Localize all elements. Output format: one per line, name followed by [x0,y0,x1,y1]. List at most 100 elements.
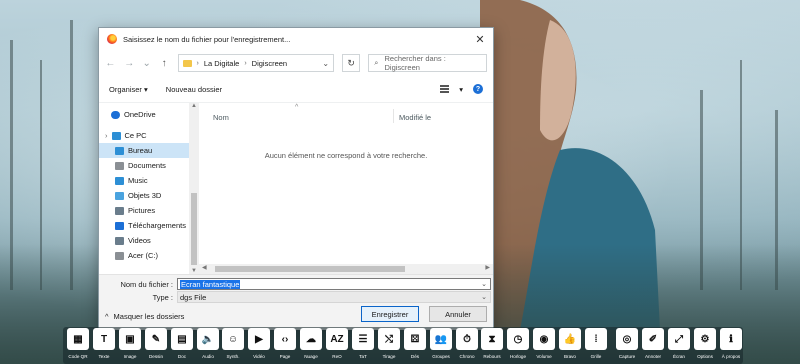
sidebar-item-label: Music [128,176,148,185]
tool-horloge-button[interactable]: ◷ [507,328,529,350]
desktop-icon [115,146,124,155]
folder-icon [182,59,192,67]
texte-icon: T [100,333,108,345]
scrollbar-thumb[interactable] [215,266,405,272]
dessin-icon: ✎ [151,333,161,345]
cancel-button[interactable]: Annuler [429,306,487,322]
tool-doc-button[interactable]: ▤ [171,328,193,350]
chrono-icon: ⏱ [463,333,471,345]
tool-rebours-button[interactable]: ⧗ [481,328,503,350]
tool-video-button[interactable]: ▶ [248,328,270,350]
tool-reo-button[interactable]: AZ [326,328,348,350]
forward-arrow-icon[interactable]: → [124,55,135,71]
tool-a-propos-button[interactable]: ℹ [720,328,742,350]
sidebar-item-acer-c-[interactable]: Acer (C:) [99,248,199,263]
close-button[interactable]: ✕ [467,28,493,50]
vertical-scrollbar[interactable]: ▲ ▼ [189,103,199,274]
tool-annoter-button[interactable]: ✐ [642,328,664,350]
tool-texte-button[interactable]: T [93,328,115,350]
cube-icon [115,191,124,200]
tool-groupes-button[interactable]: 👥 [430,328,452,350]
address-bar[interactable]: › La Digitale › Digiscreen ⌄ [177,54,335,72]
filename-label: Nom du fichier : [120,279,173,289]
file-type-select[interactable]: dgs File ⌄ [177,291,491,303]
breadcrumb-item[interactable]: La Digitale [204,59,239,68]
dialog-title: Saisissez le nom du fichier pour l'enreg… [123,34,291,44]
sidebar-item-label: Ce PC [124,131,147,140]
view-options-icon[interactable] [440,85,450,93]
tool-ecran-button[interactable]: ⤢ [668,328,690,350]
bravo-icon: 👍 [563,333,577,345]
search-input[interactable]: ⌕ Rechercher dans : Digiscreen [368,54,487,72]
tool-dessin-button[interactable]: ✎ [145,328,167,350]
tool-image-button[interactable]: ▣ [119,328,141,350]
sidebar-item-ce-pc[interactable]: › Ce PC [99,128,199,143]
type-row: Type : dgs File ⌄ [99,291,491,303]
chevron-right-icon[interactable]: › [105,131,108,140]
tool-code-qr-button[interactable]: ▦ [67,328,89,350]
sidebar-item-objets-3d[interactable]: Objets 3D [99,188,199,203]
up-arrow-icon[interactable]: ↑ [159,55,170,71]
help-icon[interactable]: ? [473,84,483,94]
tool-options-button[interactable]: ⚙ [694,328,716,350]
tool-volume-button[interactable]: ◉ [533,328,555,350]
column-divider[interactable] [393,109,394,123]
recent-locations-icon[interactable]: ⌄ [143,55,151,71]
tool-des-button[interactable]: ⚄ [404,328,426,350]
tool-chrono-button[interactable]: ⏱ [456,328,478,350]
scroll-up-icon[interactable]: ▲ [189,103,199,109]
sidebar-item-onedrive[interactable]: OneDrive [99,107,199,122]
tool-tirage-button[interactable]: ⤭ [378,328,400,350]
breadcrumb-item[interactable]: Digiscreen [252,59,287,68]
horizontal-scrollbar[interactable]: ◀ ▶ [199,264,493,274]
sidebar-item-label: Documents [128,161,166,170]
sidebar-item-label: Téléchargements [128,221,186,230]
audio-icon: 🔈 [201,333,215,345]
tool-capture-button[interactable]: ◎ [616,328,638,350]
file-fields: Nom du fichier : Ecran fantastique ⌄ Typ… [99,274,493,304]
tat-icon: ☰ [358,333,368,345]
sidebar-item-videos[interactable]: Videos [99,233,199,248]
tool-nuage-button[interactable]: ☁ [300,328,322,350]
sidebar-item-bureau[interactable]: Bureau [99,143,199,158]
file-list-pane: ^ Nom Modifié le Aucun élément ne corres… [199,103,493,274]
column-modified[interactable]: Modifié le [399,113,431,122]
scrollbar-thumb[interactable] [191,193,197,265]
document-icon [115,161,124,170]
sidebar-item-music[interactable]: Music [99,173,199,188]
save-file-dialog: Saisissez le nom du fichier pour l'enreg… [98,27,494,330]
tool-audio-button[interactable]: 🔈 [197,328,219,350]
chevron-down-icon[interactable]: ⌄ [322,59,329,68]
caret-down-icon[interactable]: ▾ [459,85,463,94]
tool-grille-button[interactable]: ⁞ [585,328,607,350]
save-button[interactable]: Enregistrer [361,306,419,322]
hide-folders-toggle[interactable]: ^ Masquer les dossiers [105,312,184,321]
column-name[interactable]: Nom [213,113,229,122]
ecran-icon: ⤢ [675,333,683,345]
scroll-right-icon[interactable]: ▶ [485,264,490,271]
refresh-button[interactable]: ↻ [342,54,361,72]
synth-icon: ☺ [227,333,239,345]
grille-icon: ⁞ [594,333,598,345]
tool-synth-button[interactable]: ☺ [222,328,244,350]
navigation-pane: OneDrive › Ce PC Bureau Documents Music Objets… [99,103,199,274]
back-arrow-icon[interactable]: ← [105,55,116,71]
organize-menu[interactable]: Organiser ▾ [109,85,148,94]
sidebar-item-t-l-chargements[interactable]: Téléchargements [99,218,199,233]
filename-input[interactable]: Ecran fantastique ⌄ [177,278,491,290]
nuage-icon: ☁ [306,333,316,345]
sidebar-item-documents[interactable]: Documents [99,158,199,173]
scroll-left-icon[interactable]: ◀ [202,264,207,271]
music-icon [115,176,124,185]
sidebar-item-label: Pictures [128,206,156,215]
tool-tat-button[interactable]: ☰ [352,328,374,350]
new-folder-button[interactable]: Nouveau dossier [166,85,222,94]
tool-page-button[interactable]: ‹› [274,328,296,350]
browser-body: OneDrive › Ce PC Bureau Documents Music Objets… [99,102,493,274]
chevron-down-icon[interactable]: ⌄ [481,280,490,288]
drive-icon [115,251,124,260]
sidebar-item-pictures[interactable]: Pictures [99,203,199,218]
tool-bravo-button[interactable]: 👍 [559,328,581,350]
picture-icon [115,206,124,215]
page-icon: ‹› [281,333,289,345]
